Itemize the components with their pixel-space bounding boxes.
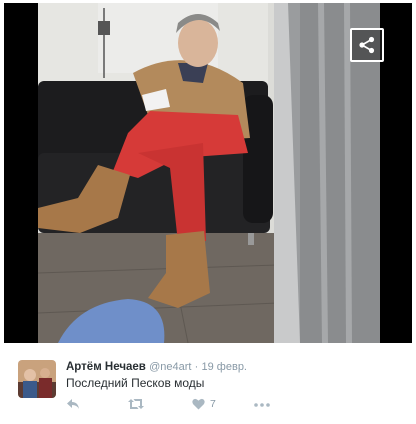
more-icon: [254, 403, 270, 407]
tweet-text: Последний Песков моды: [66, 376, 205, 390]
retweet-icon: [128, 399, 144, 409]
reply-icon: [67, 399, 79, 409]
tweet: Артём Нечаев @ne4art · 19 февр. Последни…: [18, 358, 408, 422]
like-button[interactable]: 7: [192, 398, 216, 410]
heart-icon: [192, 398, 205, 410]
share-icon: [359, 36, 375, 54]
author-name[interactable]: Артём Нечаев: [66, 361, 146, 373]
like-count: 7: [210, 398, 216, 410]
tweet-photo-frame[interactable]: [4, 3, 412, 343]
separator: ·: [194, 361, 199, 373]
tweet-photo[interactable]: [38, 3, 380, 343]
author-handle[interactable]: @ne4art: [149, 361, 191, 373]
tweet-body: Артём Нечаев @ne4art · 19 февр. Последни…: [66, 360, 406, 391]
retweet-button[interactable]: [128, 398, 144, 410]
avatar[interactable]: [18, 360, 56, 398]
tweet-actions: 7: [64, 398, 284, 414]
more-button[interactable]: [254, 403, 270, 407]
share-button[interactable]: [350, 28, 384, 62]
tweet-header: Артём Нечаев @ne4art · 19 февр.: [66, 360, 406, 374]
reply-button[interactable]: [66, 398, 80, 410]
tweet-time[interactable]: 19 февр.: [202, 361, 247, 373]
